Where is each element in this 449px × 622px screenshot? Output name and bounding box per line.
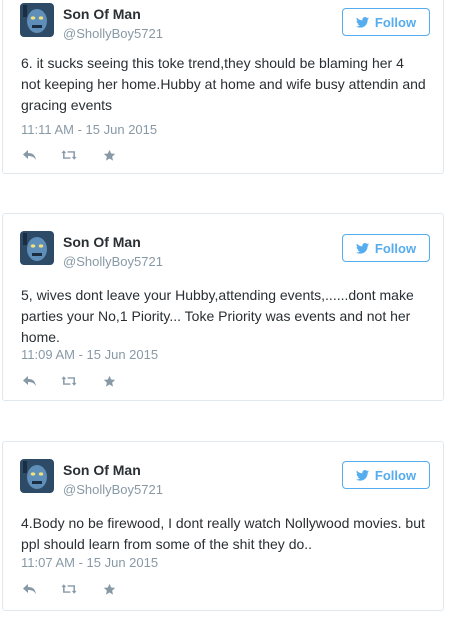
reply-icon — [22, 150, 36, 160]
author-handle[interactable]: @ShollyBoy5721 — [63, 254, 163, 269]
retweet-button[interactable] — [61, 147, 77, 163]
avatar[interactable] — [20, 459, 54, 493]
timestamp[interactable]: 11:07 AM - 15 Jun 2015 — [21, 555, 158, 570]
avatar[interactable] — [20, 3, 54, 37]
author-name[interactable]: Son Of Man — [63, 234, 141, 250]
author-name[interactable]: Son Of Man — [63, 462, 141, 478]
tweet-actions — [21, 373, 141, 389]
twitter-bird-icon — [355, 469, 369, 481]
favorite-button[interactable] — [101, 147, 117, 163]
follow-button[interactable]: Follow — [342, 8, 430, 36]
tweet-actions — [21, 581, 141, 597]
reply-icon — [22, 376, 36, 386]
retweet-button[interactable] — [61, 373, 77, 389]
timestamp[interactable]: 11:11 AM - 15 Jun 2015 — [21, 122, 157, 137]
reply-button[interactable] — [21, 581, 37, 597]
avatar[interactable] — [20, 231, 54, 265]
favorite-button[interactable] — [101, 373, 117, 389]
reply-button[interactable] — [21, 373, 37, 389]
tweet-text: 4.Body no be firewood, I dont really wat… — [21, 515, 425, 552]
retweet-button[interactable] — [61, 581, 77, 597]
twitter-bird-icon — [355, 242, 369, 254]
follow-button[interactable]: Follow — [342, 234, 430, 262]
follow-label: Follow — [374, 240, 417, 256]
follow-label: Follow — [374, 14, 417, 30]
star-icon — [103, 375, 115, 387]
retweet-icon — [61, 150, 77, 160]
retweet-icon — [61, 584, 77, 594]
reply-button[interactable] — [21, 147, 37, 163]
star-icon — [103, 583, 115, 595]
author-name[interactable]: Son Of Man — [63, 6, 141, 22]
favorite-button[interactable] — [101, 581, 117, 597]
follow-label: Follow — [374, 467, 417, 483]
tweet-card: Son Of Man @ShollyBoy5721 Follow 4.Body … — [2, 441, 444, 611]
star-icon — [103, 149, 115, 161]
retweet-icon — [61, 376, 77, 386]
twitter-bird-icon — [355, 16, 369, 28]
tweet-text: 5, wives dont leave your Hubby,attending… — [21, 287, 414, 345]
tweet-text: 6. it sucks seeing this toke trend,they … — [21, 55, 426, 113]
tweet-card: Son Of Man @ShollyBoy5721 Follow 5, wive… — [2, 213, 444, 401]
reply-icon — [22, 584, 36, 594]
tweet-card: Son Of Man @ShollyBoy5721 Follow 6. it s… — [2, 0, 444, 174]
tweet-actions — [21, 147, 141, 163]
follow-button[interactable]: Follow — [342, 461, 430, 489]
author-handle[interactable]: @ShollyBoy5721 — [63, 26, 163, 41]
timestamp[interactable]: 11:09 AM - 15 Jun 2015 — [21, 347, 158, 362]
author-handle[interactable]: @ShollyBoy5721 — [63, 482, 163, 497]
